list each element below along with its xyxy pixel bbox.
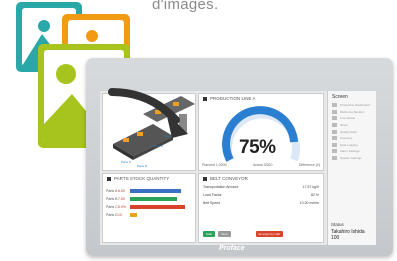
- menu-item-icon: [332, 116, 337, 121]
- menu-item-label: Production Dashboard: [340, 103, 370, 108]
- belt-label: Load Factor: [203, 193, 222, 197]
- menu-item-label: Inventory: [340, 136, 353, 141]
- menu-item-icon: [332, 156, 337, 161]
- belt-value: 17.57 kg/h: [302, 185, 319, 189]
- belt-value: 10.00 m/min: [299, 201, 319, 205]
- belt-label: Transportation Amount: [203, 185, 239, 189]
- menu-item[interactable]: Line Status: [328, 115, 376, 122]
- conveyor-label: Parts C: [121, 160, 132, 164]
- menu-item[interactable]: Production Dashboard: [328, 102, 376, 109]
- stock-name: Parts A: [106, 189, 118, 193]
- belt-label: Belt Speed: [203, 201, 221, 205]
- menu-item-icon: [332, 129, 337, 134]
- menu-item-icon: [332, 136, 337, 141]
- menu-item-icon: [332, 142, 337, 147]
- menu-item-icon: [332, 109, 337, 114]
- menu-item[interactable]: Alarm Settings: [328, 148, 376, 155]
- panel-title: PARTS STOCK QUANTITY: [103, 174, 195, 183]
- caption-text: d'images.: [152, 0, 219, 13]
- hmi-screen: Parts B Parts A Parts C Parts D PRODUCTI…: [100, 91, 376, 245]
- status-box: Status Takahiro Ishida 100: [331, 222, 373, 241]
- stock-qty: 6.9%: [118, 205, 126, 209]
- stock-qty: 10: [118, 213, 122, 217]
- status-number: 100: [331, 235, 340, 241]
- conveyor-illustration: [113, 96, 195, 160]
- stock-row: Parts C 6.9%: [106, 203, 195, 211]
- menu-item[interactable]: Quality Data: [328, 128, 376, 135]
- conveyor-label: Parts B: [153, 144, 163, 148]
- menu-item-label: Multi-Line Monitor: [340, 109, 364, 114]
- menu-item-label: System Settings: [340, 156, 362, 161]
- stock-row: Parts B 7.00: [106, 195, 195, 203]
- menu-item-icon: [332, 149, 337, 154]
- gauge-label: Difference (0): [298, 163, 320, 167]
- status-title: Status: [331, 222, 344, 227]
- production-panel: PRODUCTION LINE A 75% Planned 1,0000 Act…: [198, 93, 324, 171]
- belt-value: 82 %: [311, 193, 319, 197]
- stock-name: Parts B: [106, 197, 118, 201]
- stock-bar: [130, 205, 186, 209]
- conveyor-panel: Parts B Parts A Parts C Parts D: [102, 93, 196, 171]
- gauge-value: 75%: [239, 137, 276, 158]
- menu-title: Screen: [332, 94, 348, 100]
- stock-bar: [130, 197, 177, 201]
- stop-button[interactable]: Stop: [218, 231, 231, 237]
- menu-item-icon: [332, 103, 337, 108]
- stock-row: Parts D 10: [106, 211, 195, 219]
- menu-item-label: Data Logging: [340, 142, 358, 147]
- emergency-halt-button[interactable]: Emergency Halt: [255, 231, 283, 237]
- menu-item[interactable]: System Settings: [328, 155, 376, 162]
- menu-item[interactable]: Inventory: [328, 135, 376, 142]
- brand-logo: Proface: [219, 245, 245, 252]
- stock-name: Parts C: [106, 205, 118, 209]
- stock-qty: 7.00: [118, 197, 125, 201]
- screen-menu: Screen Production Dashboard Multi-Line Mo…: [327, 91, 376, 245]
- conveyor-label: Parts A: [163, 134, 173, 138]
- menu-item[interactable]: Stock: [328, 122, 376, 129]
- stock-panel: PARTS STOCK QUANTITY Parts A 6.00 Parts B7…: [102, 173, 196, 243]
- stock-row: Parts A 6.00: [106, 187, 195, 195]
- menu-item-icon: [332, 123, 337, 128]
- gauge-label: Actual 3/520: [252, 163, 273, 167]
- stock-bar: [130, 213, 138, 217]
- menu-item-label: Line Status: [340, 116, 356, 121]
- menu-item[interactable]: Data Logging: [328, 142, 376, 149]
- conveyor-label: Parts D: [137, 164, 148, 168]
- gauge-label: Planned 1,0000: [202, 163, 227, 167]
- hmi-monitor: Parts B Parts A Parts C Parts D PRODUCTI…: [86, 58, 393, 256]
- stock-name: Parts D: [106, 213, 118, 217]
- menu-item-label: Alarm Settings: [340, 149, 360, 154]
- menu-item[interactable]: Multi-Line Monitor: [328, 109, 376, 116]
- menu-item-label: Quality Data: [340, 129, 357, 134]
- panel-title: BELT CONVEYOR: [199, 174, 323, 183]
- belt-panel: BELT CONVEYOR Transportation Amount 17.57…: [198, 173, 324, 243]
- stock-qty: 6.00: [118, 189, 125, 193]
- stock-bar: [130, 189, 181, 193]
- start-button[interactable]: Start: [203, 231, 216, 237]
- menu-item-label: Stock: [340, 123, 348, 128]
